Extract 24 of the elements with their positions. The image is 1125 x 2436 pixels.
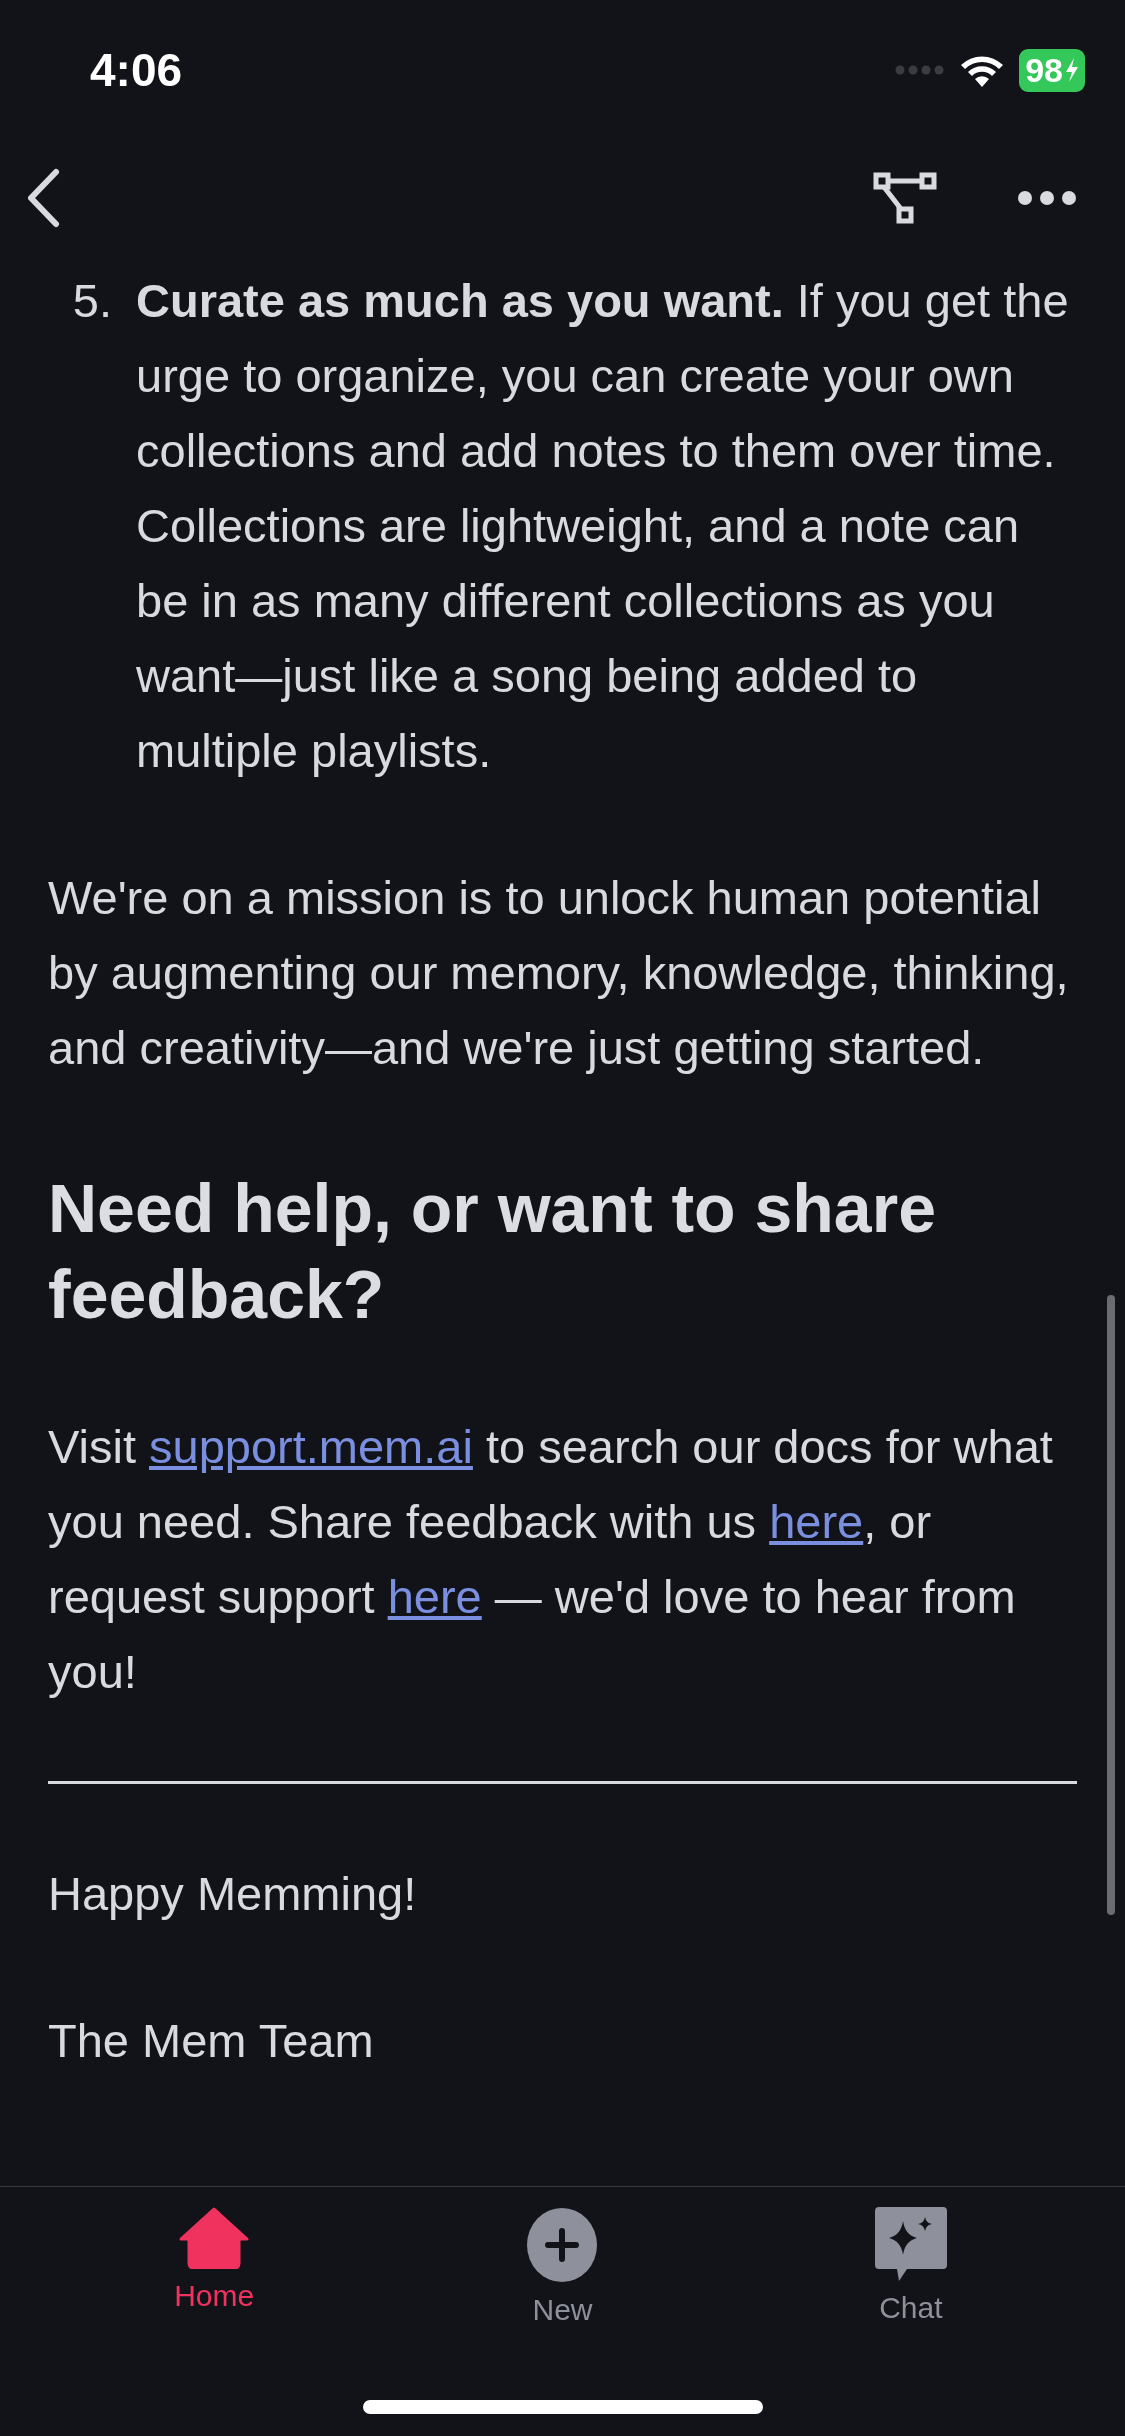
paragraph: We're on a mission is to unlock human potential by augmenting our memory, knowledge, thinking, and creativity—and we're just getting started. [48, 870, 1070, 1076]
graph-icon[interactable] [873, 171, 937, 224]
paragraph: The Mem Team [48, 2013, 375, 2069]
more-icon[interactable] [1017, 189, 1077, 206]
link[interactable]: here [387, 1570, 482, 1623]
sparkle-chat-icon [874, 2207, 947, 2281]
tab[interactable]: New [462, 2207, 663, 2327]
paragraph: Visit support.mem.ai to search our docs for what you need. Share feedback with us here, or request support here — we'd love to hear from you! [48, 1419, 1054, 1700]
back-icon[interactable] [26, 167, 60, 228]
link[interactable]: support.mem.ai [149, 1420, 473, 1473]
paragraph: Happy Memming! [48, 1866, 418, 1922]
tab[interactable]: Chat [810, 2207, 1011, 2327]
tab[interactable]: Home [114, 2207, 315, 2327]
scroll-bar[interactable] [1107, 1295, 1115, 1915]
heading: Need help, or want to share feedback? [48, 1169, 937, 1334]
plus-icon [526, 2207, 599, 2283]
house-icon [179, 2207, 250, 2269]
list-item-text: Curate as much as you want. If you get the urge to organize, you can create your own collections and add notes to them over time. Collections are lightweight, and a note can be in as many different collections as you want—just like a song being added to multiple playlists. [136, 273, 1070, 779]
link[interactable]: here [769, 1495, 864, 1548]
wifi-icon [959, 53, 1006, 87]
status-time: 4:06 [90, 43, 183, 97]
signal-icon [895, 64, 946, 76]
list-number: 5. [71, 273, 113, 329]
battery-indicator: 98 [1019, 48, 1085, 92]
